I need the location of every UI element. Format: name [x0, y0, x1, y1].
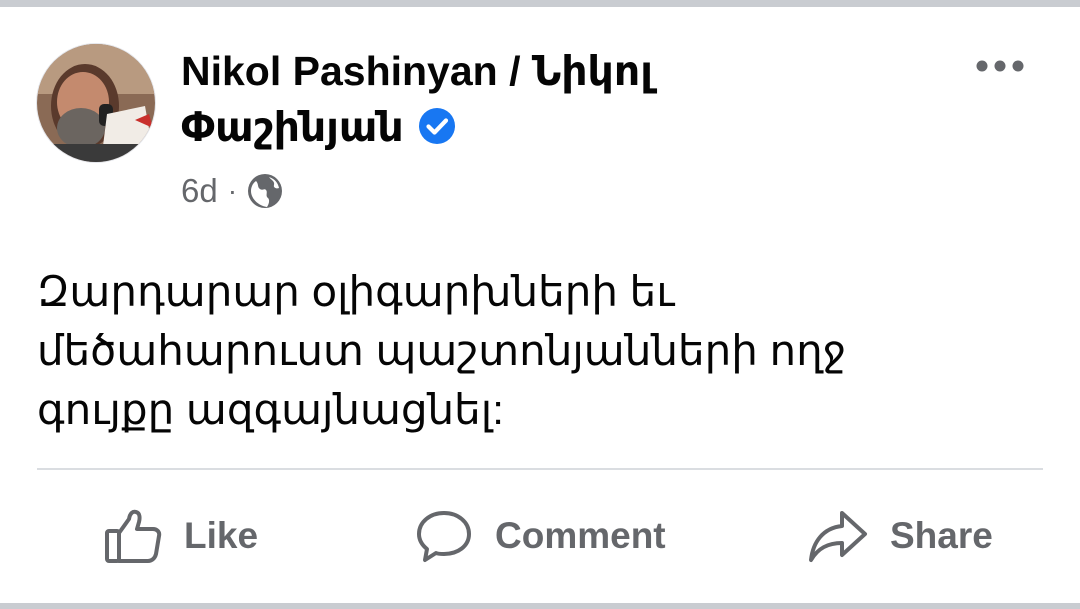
comment-label[interactable]: Comment: [495, 515, 666, 557]
thumbs-up-icon: [105, 509, 162, 563]
like-button[interactable]: Like: [104, 500, 258, 572]
share-button[interactable]: Share: [808, 500, 993, 572]
share-label[interactable]: Share: [890, 515, 993, 557]
post-timestamp[interactable]: 6d: [181, 172, 218, 210]
avatar-photo: [37, 44, 155, 162]
globe-icon[interactable]: [247, 173, 283, 209]
comment-button[interactable]: Comment: [415, 500, 666, 572]
share-arrow-icon: [809, 511, 867, 562]
more-dots-icon: [976, 60, 1024, 72]
post-body-text: Զարդարար օլիգարխների եւ մեծահարուստ պաշտ…: [37, 268, 847, 433]
verified-badge-icon: [418, 108, 455, 144]
more-options-button[interactable]: [970, 48, 1030, 84]
author-avatar[interactable]: [36, 43, 156, 163]
top-separator-bar: [0, 0, 1080, 7]
author-name[interactable]: Nikol Pashinyan / Նիկոլ Փաշինյան: [181, 43, 881, 155]
post-meta: 6d ·: [181, 170, 283, 212]
meta-separator: ·: [227, 175, 238, 206]
actions-divider: [37, 468, 1043, 470]
like-label[interactable]: Like: [184, 515, 258, 557]
bottom-separator-bar: [0, 603, 1080, 609]
comment-bubble-icon: [417, 511, 471, 562]
